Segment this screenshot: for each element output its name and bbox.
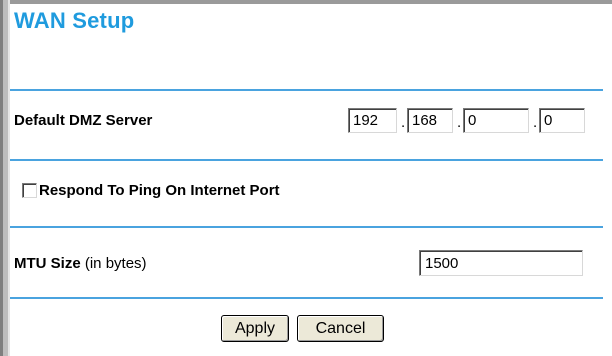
window-top-border (0, 0, 612, 4)
apply-button[interactable]: Apply (221, 315, 289, 342)
page-title: WAN Setup (14, 8, 135, 33)
ping-checkbox[interactable] (22, 183, 37, 198)
ip-dot-2: . (457, 114, 462, 131)
dmz-ip-octet-3[interactable]: 0 (463, 108, 529, 133)
ip-dot-3: . (533, 114, 538, 131)
dmz-label: Default DMZ Server (14, 112, 153, 129)
mtu-size-input[interactable]: 1500 (419, 250, 583, 276)
cancel-button[interactable]: Cancel (297, 315, 384, 342)
dmz-ip-octet-4[interactable]: 0 (539, 108, 585, 133)
window-left-border (0, 0, 10, 356)
mtu-label: MTU Size (in bytes) (14, 255, 147, 272)
ping-label: Respond To Ping On Internet Port (39, 182, 280, 199)
divider-dmz (10, 159, 603, 161)
ip-dot-1: . (401, 114, 406, 131)
divider-ping (10, 226, 603, 228)
dmz-ip-octet-1[interactable]: 192 (348, 108, 397, 133)
dmz-ip-octet-2[interactable]: 168 (407, 108, 453, 133)
divider-top (10, 89, 603, 91)
divider-mtu (10, 297, 603, 299)
